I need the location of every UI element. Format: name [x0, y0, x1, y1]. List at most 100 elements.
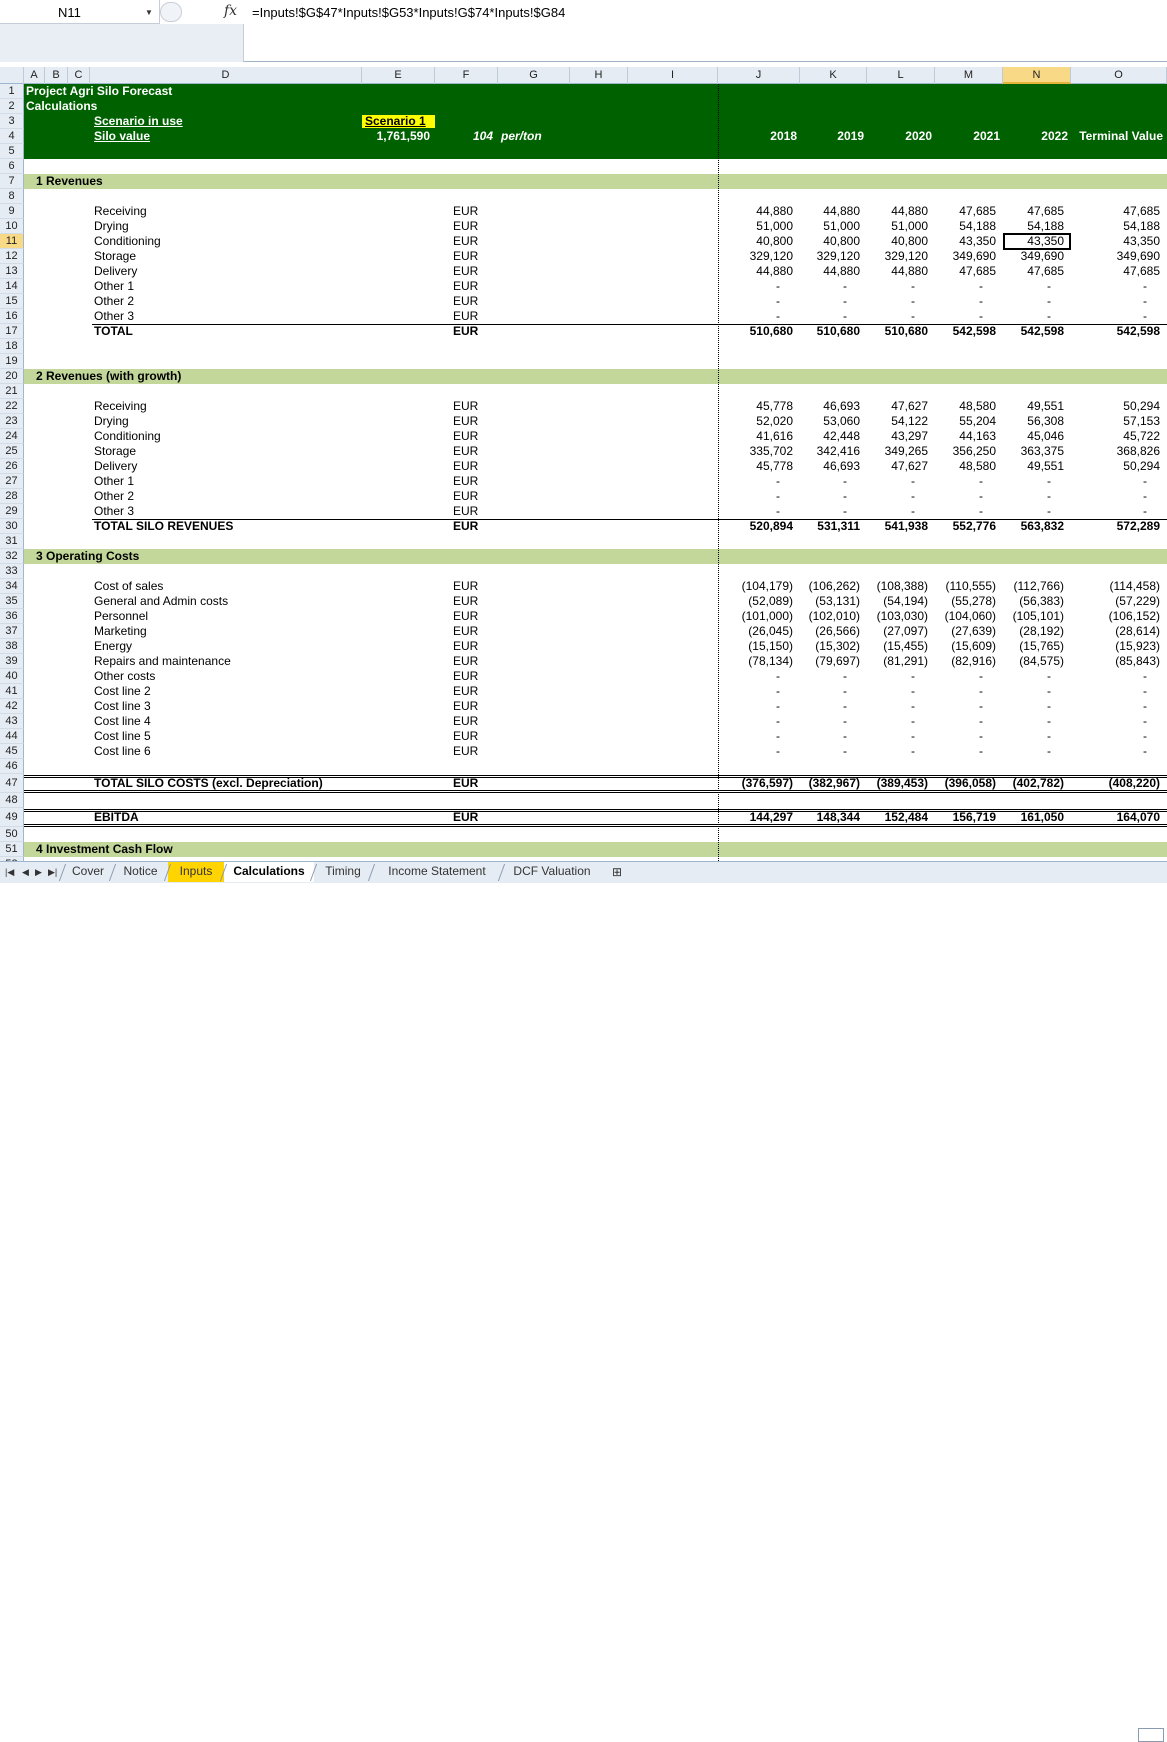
new-sheet-icon[interactable]: ⊞	[612, 865, 622, 879]
prev-sheet-icon[interactable]: ◀	[22, 867, 29, 878]
formula-bar-splitter[interactable]	[160, 2, 182, 22]
first-sheet-icon[interactable]: |◀	[5, 867, 14, 878]
column-header-g[interactable]: G	[498, 67, 570, 84]
column-header-k[interactable]: K	[800, 67, 867, 84]
row-unit: EUR	[453, 594, 479, 608]
horizontal-scrollbar[interactable]	[1138, 1728, 1164, 1742]
row-header-24[interactable]: 24	[0, 429, 24, 444]
column-header-m[interactable]: M	[935, 67, 1003, 84]
row-header-14[interactable]: 14	[0, 279, 24, 294]
row-header-29[interactable]: 29	[0, 504, 24, 519]
row-header-48[interactable]: 48	[0, 793, 24, 808]
row-header-7[interactable]: 7	[0, 174, 24, 189]
row-header-45[interactable]: 45	[0, 744, 24, 759]
row-header-1[interactable]: 1	[0, 84, 24, 99]
value-cell: (15,609)	[951, 639, 996, 653]
tab-inputs[interactable]: Inputs	[168, 862, 224, 882]
row-header-3[interactable]: 3	[0, 114, 24, 129]
column-header-b[interactable]: B	[45, 67, 68, 84]
row-header-26[interactable]: 26	[0, 459, 24, 474]
row-header-17[interactable]: 17	[0, 324, 24, 339]
row-header-39[interactable]: 39	[0, 654, 24, 669]
select-all-corner[interactable]	[0, 67, 24, 84]
name-box[interactable]: N11 ▼	[0, 0, 160, 24]
value-cell: 45,722	[1123, 429, 1160, 443]
row-header-18[interactable]: 18	[0, 339, 24, 354]
formula-input[interactable]: =Inputs!$G$47*Inputs!$G53*Inputs!G$74*In…	[252, 5, 565, 20]
value-cell: 329,120	[884, 249, 928, 263]
row-header-51[interactable]: 51	[0, 842, 24, 857]
column-header-l[interactable]: L	[867, 67, 935, 84]
per-ton-label: per/ton	[501, 129, 542, 143]
column-header-n[interactable]: N	[1003, 67, 1071, 84]
row-header-12[interactable]: 12	[0, 249, 24, 264]
chevron-down-icon[interactable]: ▼	[145, 8, 153, 17]
value-cell: -	[843, 669, 847, 683]
value-cell: 349,690	[1020, 249, 1064, 263]
row-header-10[interactable]: 10	[0, 219, 24, 234]
row-header-33[interactable]: 33	[0, 564, 24, 579]
column-header-j[interactable]: J	[718, 67, 800, 84]
row-header-41[interactable]: 41	[0, 684, 24, 699]
column-header-h[interactable]: H	[570, 67, 628, 84]
row-header-36[interactable]: 36	[0, 609, 24, 624]
row-header-8[interactable]: 8	[0, 189, 24, 204]
row-header-27[interactable]: 27	[0, 474, 24, 489]
value-cell: -	[776, 729, 780, 743]
tab-income-statement[interactable]: Income Statement	[372, 862, 502, 882]
column-header-e[interactable]: E	[362, 67, 435, 84]
row-header-4[interactable]: 4	[0, 129, 24, 144]
row-header-2[interactable]: 2	[0, 99, 24, 114]
row-header-43[interactable]: 43	[0, 714, 24, 729]
row-header-9[interactable]: 9	[0, 204, 24, 219]
column-header-c[interactable]: C	[68, 67, 90, 84]
row-header-34[interactable]: 34	[0, 579, 24, 594]
insert-function-icon[interactable]: fx	[224, 3, 237, 19]
row-header-50[interactable]: 50	[0, 827, 24, 842]
row-header-32[interactable]: 32	[0, 549, 24, 564]
row-header-47[interactable]: 47	[0, 774, 24, 793]
value-cell: (26,566)	[815, 624, 860, 638]
row-label: Storage	[94, 444, 137, 458]
row-header-25[interactable]: 25	[0, 444, 24, 459]
row-header-44[interactable]: 44	[0, 729, 24, 744]
column-header-i[interactable]: I	[628, 67, 718, 84]
row-header-23[interactable]: 23	[0, 414, 24, 429]
row-header-15[interactable]: 15	[0, 294, 24, 309]
column-header-f[interactable]: F	[435, 67, 498, 84]
row-header-30[interactable]: 30	[0, 519, 24, 534]
row-header-6[interactable]: 6	[0, 159, 24, 174]
row-header-49[interactable]: 49	[0, 808, 24, 827]
column-header-a[interactable]: A	[24, 67, 45, 84]
value-cell: 40,800	[756, 234, 793, 248]
tab-notice[interactable]: Notice	[113, 862, 168, 882]
scenario-selector[interactable]: Scenario 1	[362, 115, 435, 128]
row-header-16[interactable]: 16	[0, 309, 24, 324]
row-header-37[interactable]: 37	[0, 624, 24, 639]
last-sheet-icon[interactable]: ▶|	[48, 867, 57, 878]
row-header-31[interactable]: 31	[0, 534, 24, 549]
next-sheet-icon[interactable]: ▶	[35, 867, 42, 878]
row-header-35[interactable]: 35	[0, 594, 24, 609]
row-header-5[interactable]: 5	[0, 144, 24, 159]
spreadsheet-grid[interactable]: 1 2 3 4 5 6 7 8 9 10 11 12 13 14 15 16 17 18 19 20 21 22 23 24 2…	[0, 84, 1167, 861]
column-header-o[interactable]: O	[1071, 67, 1167, 84]
value-cell: 329,120	[816, 249, 860, 263]
tab-dcf-valuation[interactable]: DCF Valuation	[502, 862, 602, 882]
active-cell-border[interactable]	[1003, 233, 1071, 250]
column-header-d[interactable]: D	[90, 67, 362, 84]
row-header-11[interactable]: 11	[0, 234, 24, 249]
row-header-38[interactable]: 38	[0, 639, 24, 654]
row-header-42[interactable]: 42	[0, 699, 24, 714]
row-header-19[interactable]: 19	[0, 354, 24, 369]
row-header-13[interactable]: 13	[0, 264, 24, 279]
row-header-40[interactable]: 40	[0, 669, 24, 684]
tab-cover[interactable]: Cover	[63, 862, 113, 882]
row-header-28[interactable]: 28	[0, 489, 24, 504]
row-header-21[interactable]: 21	[0, 384, 24, 399]
row-header-20[interactable]: 20	[0, 369, 24, 384]
tab-timing[interactable]: Timing	[314, 862, 372, 882]
row-header-46[interactable]: 46	[0, 759, 24, 774]
row-header-22[interactable]: 22	[0, 399, 24, 414]
tab-calculations[interactable]: Calculations	[224, 862, 314, 882]
